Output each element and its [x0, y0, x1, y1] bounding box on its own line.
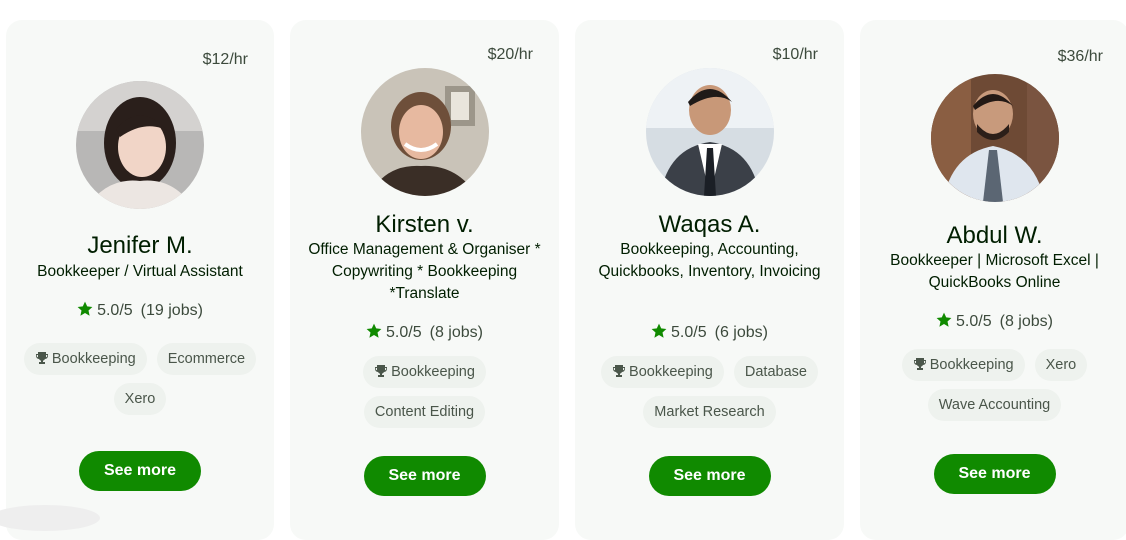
avatar[interactable] [645, 68, 774, 196]
freelancer-name[interactable]: Jenifer M. [6, 232, 274, 260]
avatar[interactable] [76, 81, 204, 209]
jobs-count: (19 jobs) [140, 302, 203, 319]
hourly-rate: $20/hr [487, 46, 533, 63]
trophy-icon [375, 365, 388, 377]
skill-chip[interactable]: Bookkeeping [363, 356, 486, 388]
rating: 5.0/5 (6 jobs) [575, 323, 844, 342]
trophy-icon [913, 358, 926, 370]
skill-chip[interactable]: Wave Accounting [927, 389, 1062, 421]
star-icon [366, 323, 382, 338]
freelancer-name[interactable]: Waqas A. [575, 211, 844, 239]
freelancer-card[interactable]: $36/hr Abdul W. Bookkeeper | Microsoft E… [860, 20, 1126, 540]
trophy-icon [35, 352, 48, 364]
skills-list: Bookkeeping Ecommerce Xero [20, 343, 260, 415]
star-icon [77, 301, 93, 316]
skills-list: Bookkeeping Database Market Research [589, 356, 830, 428]
trophy-icon [613, 365, 626, 377]
see-more-button[interactable]: See more [363, 456, 486, 496]
rating-score: 5.0/5 [386, 324, 422, 341]
rating-score: 5.0/5 [956, 313, 992, 330]
rating-score: 5.0/5 [97, 302, 133, 319]
skill-chip[interactable]: Database [733, 356, 818, 388]
rating-score: 5.0/5 [671, 324, 707, 341]
skill-chip[interactable]: Bookkeeping [901, 349, 1025, 381]
jobs-count: (8 jobs) [999, 313, 1053, 330]
freelancer-title: Bookkeeping, Accounting, Quickbooks, Inv… [598, 241, 821, 280]
see-more-button[interactable]: See more [79, 451, 201, 491]
freelancer-title: Bookkeeper / Virtual Assistant [37, 263, 243, 280]
star-icon [936, 312, 952, 327]
skill-chip[interactable]: Bookkeeping [601, 356, 724, 388]
skill-chip[interactable]: Xero [113, 383, 167, 415]
skills-list: Bookkeeping Xero Wave Accounting [874, 349, 1115, 421]
freelancer-name[interactable]: Kirsten v. [290, 211, 559, 239]
rating: 5.0/5 (8 jobs) [860, 312, 1126, 331]
hourly-rate: $36/hr [1057, 48, 1103, 65]
skill-chip[interactable]: Content Editing [363, 396, 486, 428]
skill-chip[interactable]: Ecommerce [156, 343, 257, 375]
jobs-count: (6 jobs) [714, 324, 768, 341]
freelancer-card[interactable]: $20/hr Kirsten v. Office Management & Or… [290, 20, 559, 540]
hourly-rate: $12/hr [202, 51, 248, 68]
freelancer-card[interactable]: $12/hr Jenifer M. Bookkeeper / Virtual A… [6, 20, 274, 540]
freelancer-title: Bookkeeper | Microsoft Excel | QuickBook… [890, 252, 1099, 291]
rating: 5.0/5 (8 jobs) [290, 323, 559, 342]
jobs-count: (8 jobs) [429, 324, 483, 341]
rating: 5.0/5 (19 jobs) [6, 301, 274, 320]
see-more-button[interactable]: See more [648, 456, 771, 496]
avatar[interactable] [360, 68, 489, 196]
freelancer-title: Office Management & Organiser * Copywrit… [308, 241, 541, 302]
freelancer-card[interactable]: $10/hr Waqas A. Bookkeeping, Accounting,… [575, 20, 844, 540]
skill-chip[interactable]: Market Research [643, 396, 776, 428]
star-icon [651, 323, 667, 338]
skill-chip[interactable]: Xero [1034, 349, 1088, 381]
avatar[interactable] [930, 74, 1059, 202]
see-more-button[interactable]: See more [933, 454, 1056, 494]
freelancer-name[interactable]: Abdul W. [860, 222, 1126, 250]
skill-chip[interactable]: Bookkeeping [23, 343, 147, 375]
skills-list: Bookkeeping Content Editing [304, 356, 545, 428]
hourly-rate: $10/hr [772, 46, 818, 63]
